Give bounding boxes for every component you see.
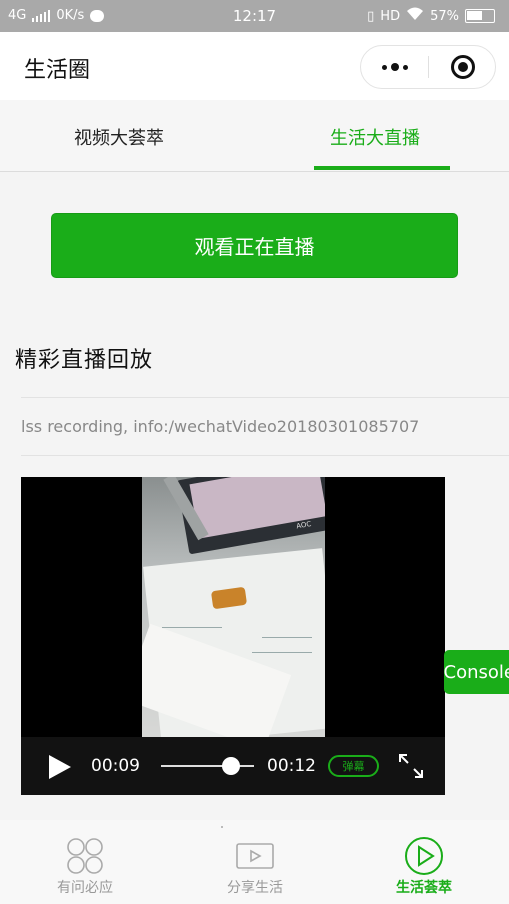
active-tab-indicator bbox=[314, 166, 450, 170]
bottom-tab-bar: 有问必应 分享生活 生活荟萃 bbox=[0, 820, 509, 904]
tabbar-label: 分享生活 bbox=[227, 880, 283, 896]
monitor-screen bbox=[189, 477, 325, 539]
wifi-icon bbox=[406, 7, 424, 25]
video-controls: 00:09 00:12 弹幕 bbox=[21, 737, 445, 795]
more-dot-icon bbox=[382, 64, 387, 70]
watch-live-button[interactable]: 观看正在直播 bbox=[51, 213, 458, 278]
battery-icon bbox=[465, 9, 495, 23]
vconsole-button[interactable]: vConsole bbox=[444, 650, 509, 694]
fullscreen-icon[interactable] bbox=[398, 753, 424, 779]
more-dot-icon bbox=[391, 63, 399, 71]
capsule-divider bbox=[428, 56, 429, 78]
page-title: 生活圈 bbox=[24, 58, 91, 83]
paper-writing bbox=[252, 652, 312, 653]
tab-life-live[interactable]: 生活大直播 bbox=[330, 124, 420, 150]
tabbar-item-qa[interactable]: 有问必应 bbox=[0, 820, 170, 904]
close-target-icon[interactable] bbox=[451, 55, 475, 79]
grid-circles-icon bbox=[65, 836, 105, 876]
play-circle-icon bbox=[404, 836, 444, 876]
divider bbox=[221, 826, 223, 828]
video-player[interactable]: AOC 00:09 00:12 弹幕 bbox=[21, 477, 445, 795]
replay-section-title: 精彩直播回放 bbox=[15, 348, 154, 373]
tabbar-label: 生活荟萃 bbox=[396, 880, 452, 896]
progress-bar[interactable] bbox=[161, 757, 254, 775]
current-time: 00:09 bbox=[91, 756, 140, 776]
vibrate-icon: ▯ bbox=[367, 8, 375, 24]
tab-video-collection[interactable]: 视频大荟萃 bbox=[74, 124, 164, 150]
more-dot-icon bbox=[403, 64, 408, 70]
video-frame: AOC bbox=[142, 477, 325, 737]
duration: 00:12 bbox=[267, 756, 316, 776]
video-camera-icon bbox=[235, 836, 275, 876]
tabbar-item-life[interactable]: 生活荟萃 bbox=[339, 820, 509, 904]
divider bbox=[21, 455, 509, 456]
tabbar-item-share[interactable]: 分享生活 bbox=[170, 820, 340, 904]
top-tabs: 视频大荟萃 生活大直播 bbox=[0, 100, 509, 172]
paper-writing bbox=[262, 637, 312, 638]
monitor: AOC bbox=[176, 477, 325, 555]
monitor-brand: AOC bbox=[295, 519, 312, 531]
play-icon[interactable] bbox=[49, 755, 71, 779]
divider bbox=[21, 397, 509, 398]
mini-program-capsule bbox=[360, 45, 496, 89]
progress-knob[interactable] bbox=[221, 757, 240, 775]
tabbar-label: 有问必应 bbox=[57, 880, 113, 896]
paper-writing bbox=[162, 627, 222, 628]
battery-percent: 57% bbox=[430, 8, 459, 24]
status-right: ▯ HD 57% bbox=[367, 7, 495, 25]
status-bar: 4G 0K/s 12:17 ▯ HD 57% bbox=[0, 0, 509, 32]
more-button[interactable] bbox=[361, 46, 429, 88]
vconsole-label: vConsole bbox=[444, 661, 509, 683]
hd-label: HD bbox=[380, 8, 401, 24]
danmu-toggle-button[interactable]: 弹幕 bbox=[328, 755, 379, 777]
recording-name: lss recording, info:/wechatVideo20180301… bbox=[21, 417, 420, 436]
